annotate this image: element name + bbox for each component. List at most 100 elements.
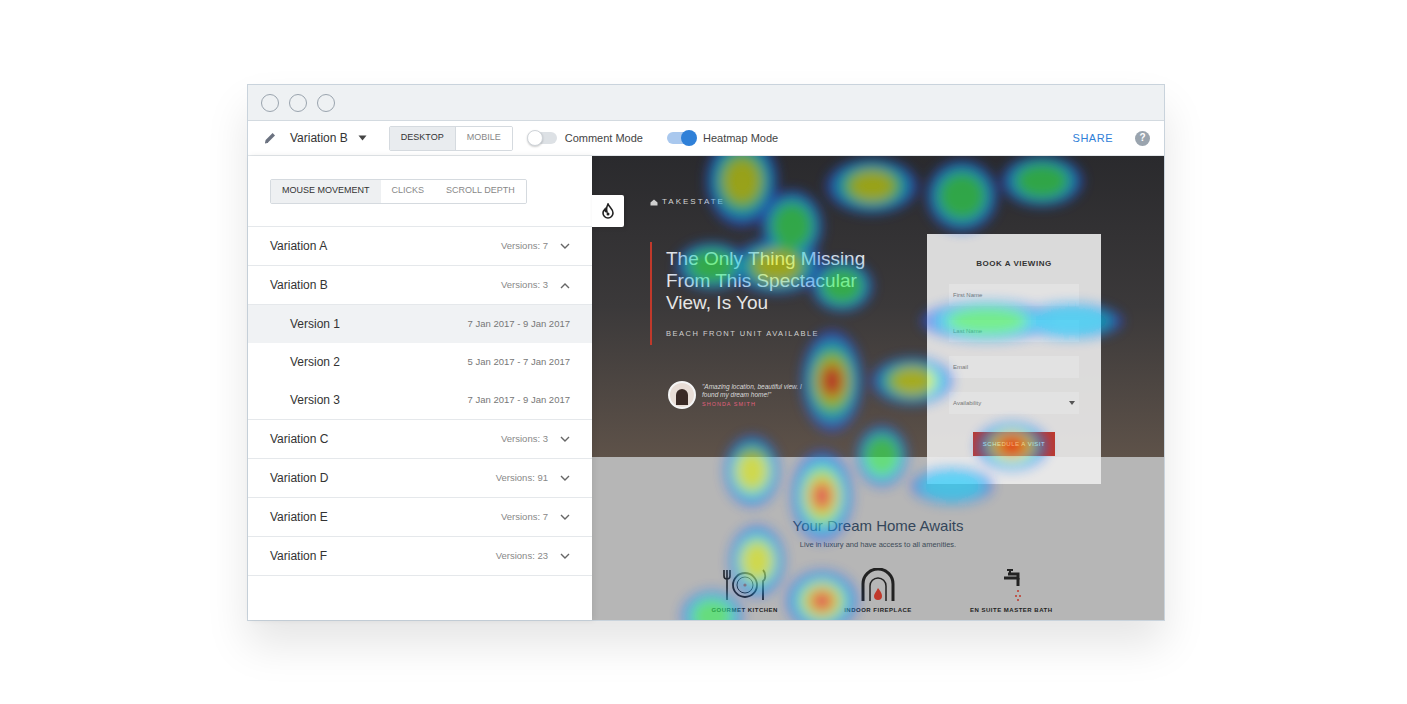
version-row[interactable]: Version 37 Jan 2017 - 9 Jan 2017 bbox=[248, 381, 592, 419]
variation-row[interactable]: Variation DVersions: 91 bbox=[248, 459, 592, 498]
device-switch: DESKTOP MOBILE bbox=[389, 126, 513, 151]
help-icon[interactable]: ? bbox=[1135, 131, 1150, 146]
booking-form: BOOK A VIEWING Availability SCHEDULE A VIS… bbox=[927, 234, 1101, 484]
panel-tab[interactable]: MOUSE MOVEMENT bbox=[271, 180, 381, 203]
variation-dropdown[interactable]: Variation B bbox=[290, 129, 367, 147]
workspace: MOUSE MOVEMENTCLICKSSCROLL DEPTH Variati… bbox=[248, 156, 1164, 620]
variation-name: Variation C bbox=[270, 430, 501, 448]
text-field[interactable] bbox=[949, 320, 1079, 342]
tagline: BEACH FRONT UNIT AVAILABLE bbox=[666, 328, 900, 339]
variation-name: Variation F bbox=[270, 547, 496, 565]
version-dates: 5 Jan 2017 - 7 Jan 2017 bbox=[468, 355, 570, 369]
testimonial-quote: "Amazing location, beautiful view. I fou… bbox=[702, 383, 812, 399]
version-row[interactable]: Version 17 Jan 2017 - 9 Jan 2017 bbox=[248, 305, 592, 343]
side-panel: MOUSE MOVEMENTCLICKSSCROLL DEPTH Variati… bbox=[248, 156, 592, 620]
versions-count: Versions: 7 bbox=[501, 239, 548, 253]
availability-select[interactable]: Availability bbox=[949, 392, 1079, 414]
house-icon bbox=[650, 199, 658, 206]
form-title: BOOK A VIEWING bbox=[976, 258, 1051, 270]
variation-row[interactable]: Variation BVersions: 3 bbox=[248, 266, 592, 305]
headline: The Only Thing Missing From This Spectac… bbox=[666, 248, 891, 314]
toggle[interactable]: Comment Mode bbox=[529, 130, 643, 147]
toggle-track[interactable] bbox=[529, 132, 557, 144]
toggle-knob bbox=[527, 130, 543, 146]
panel-tab[interactable]: SCROLL DEPTH bbox=[435, 180, 526, 203]
version-row[interactable]: Version 25 Jan 2017 - 7 Jan 2017 bbox=[248, 343, 592, 381]
version-name: Version 2 bbox=[290, 353, 468, 371]
variation-name: Variation E bbox=[270, 508, 501, 526]
toggle-label: Comment Mode bbox=[565, 130, 643, 147]
tab-group: MOUSE MOVEMENTCLICKSSCROLL DEPTH bbox=[270, 179, 527, 204]
chevron-icon[interactable] bbox=[560, 241, 570, 251]
variation-row[interactable]: Variation CVersions: 3 bbox=[248, 420, 592, 459]
heatmap-button[interactable] bbox=[592, 195, 624, 227]
fireplace-icon bbox=[858, 566, 898, 602]
flame-icon bbox=[601, 203, 615, 219]
window-control[interactable] bbox=[261, 94, 279, 112]
faucet-icon bbox=[996, 566, 1026, 602]
section-subheading: Live in luxury and have access to all am… bbox=[800, 539, 956, 550]
heatmap-overlay bbox=[592, 156, 1162, 620]
toggle-knob bbox=[681, 130, 697, 146]
chevron-icon[interactable] bbox=[560, 551, 570, 561]
window-control[interactable] bbox=[317, 94, 335, 112]
toggle-track[interactable] bbox=[667, 132, 695, 144]
variation-row[interactable]: Variation EVersions: 7 bbox=[248, 498, 592, 537]
feature-list: GOURMET KITCHEN INDOOR FIREPLACE EN SUITE … bbox=[678, 566, 1078, 615]
feature: EN SUITE MASTER BATH bbox=[945, 566, 1078, 615]
version-dates: 7 Jan 2017 - 9 Jan 2017 bbox=[468, 393, 570, 407]
feature-label: INDOOR FIREPLACE bbox=[844, 606, 912, 615]
versions-count: Versions: 7 bbox=[501, 510, 548, 524]
version-list: Version 17 Jan 2017 - 9 Jan 2017Version … bbox=[248, 305, 592, 420]
section-heading: Your Dream Home Awaits bbox=[793, 517, 964, 535]
device-label: MOBILE bbox=[467, 131, 501, 145]
testimonial-author: SHONDA SMITH bbox=[702, 400, 812, 408]
caret-down-icon bbox=[1069, 401, 1075, 405]
headline-block: The Only Thing Missing From This Spectac… bbox=[650, 242, 900, 345]
pencil-icon[interactable] bbox=[263, 131, 277, 145]
version-name: Version 3 bbox=[290, 391, 468, 409]
select-placeholder: Availability bbox=[953, 399, 1069, 408]
device-tab[interactable]: MOBILE bbox=[455, 127, 512, 150]
versions-count: Versions: 23 bbox=[496, 549, 548, 563]
feature: GOURMET KITCHEN bbox=[678, 566, 811, 615]
feature: INDOOR FIREPLACE bbox=[811, 566, 944, 615]
versions-count: Versions: 3 bbox=[501, 432, 548, 446]
version-name: Version 1 bbox=[290, 315, 468, 333]
versions-count: Versions: 3 bbox=[501, 278, 548, 292]
variation-label: Variation B bbox=[290, 129, 348, 147]
toggle-label: Heatmap Mode bbox=[703, 130, 778, 147]
toggle-group: Comment Mode Heatmap Mode bbox=[513, 130, 778, 147]
versions-count: Versions: 91 bbox=[496, 471, 548, 485]
chevron-icon[interactable] bbox=[560, 434, 570, 444]
variation-name: Variation D bbox=[270, 469, 496, 487]
chevron-icon[interactable] bbox=[560, 280, 570, 290]
tabs-bar: MOUSE MOVEMENTCLICKSSCROLL DEPTH bbox=[248, 156, 592, 227]
feature-label: GOURMET KITCHEN bbox=[711, 606, 778, 615]
page-preview: TAKESTATE The Only Thing Missing From Th… bbox=[592, 156, 1164, 620]
text-field[interactable] bbox=[949, 356, 1079, 378]
app-window: Variation B DESKTOP MOBILE Comment Mode He… bbox=[247, 84, 1165, 621]
chevron-icon[interactable] bbox=[560, 473, 570, 483]
device-label: DESKTOP bbox=[401, 131, 444, 145]
title-bar bbox=[248, 85, 1164, 121]
text-field[interactable] bbox=[949, 284, 1079, 306]
schedule-button[interactable]: SCHEDULE A VISIT bbox=[973, 432, 1055, 456]
window-control[interactable] bbox=[289, 94, 307, 112]
variation-row[interactable]: Variation AVersions: 7 bbox=[248, 227, 592, 266]
toggle[interactable]: Heatmap Mode bbox=[667, 130, 778, 147]
chevron-icon[interactable] bbox=[560, 512, 570, 522]
panel-tab[interactable]: CLICKS bbox=[381, 180, 436, 203]
variation-name: Variation B bbox=[270, 276, 501, 294]
logo[interactable]: TAKESTATE bbox=[650, 196, 1164, 208]
toolbar: Variation B DESKTOP MOBILE Comment Mode He… bbox=[248, 121, 1164, 156]
version-dates: 7 Jan 2017 - 9 Jan 2017 bbox=[468, 317, 570, 331]
variation-name: Variation A bbox=[270, 237, 501, 255]
device-tab[interactable]: DESKTOP bbox=[390, 127, 455, 150]
logo-text: TAKESTATE bbox=[662, 196, 725, 208]
variation-row[interactable]: Variation FVersions: 23 bbox=[248, 537, 592, 576]
feature-label: EN SUITE MASTER BATH bbox=[970, 606, 1053, 615]
plate-icon bbox=[721, 566, 769, 602]
share-button[interactable]: SHARE bbox=[1073, 130, 1113, 147]
variation-list: Variation AVersions: 7Variation BVersion… bbox=[248, 227, 592, 576]
